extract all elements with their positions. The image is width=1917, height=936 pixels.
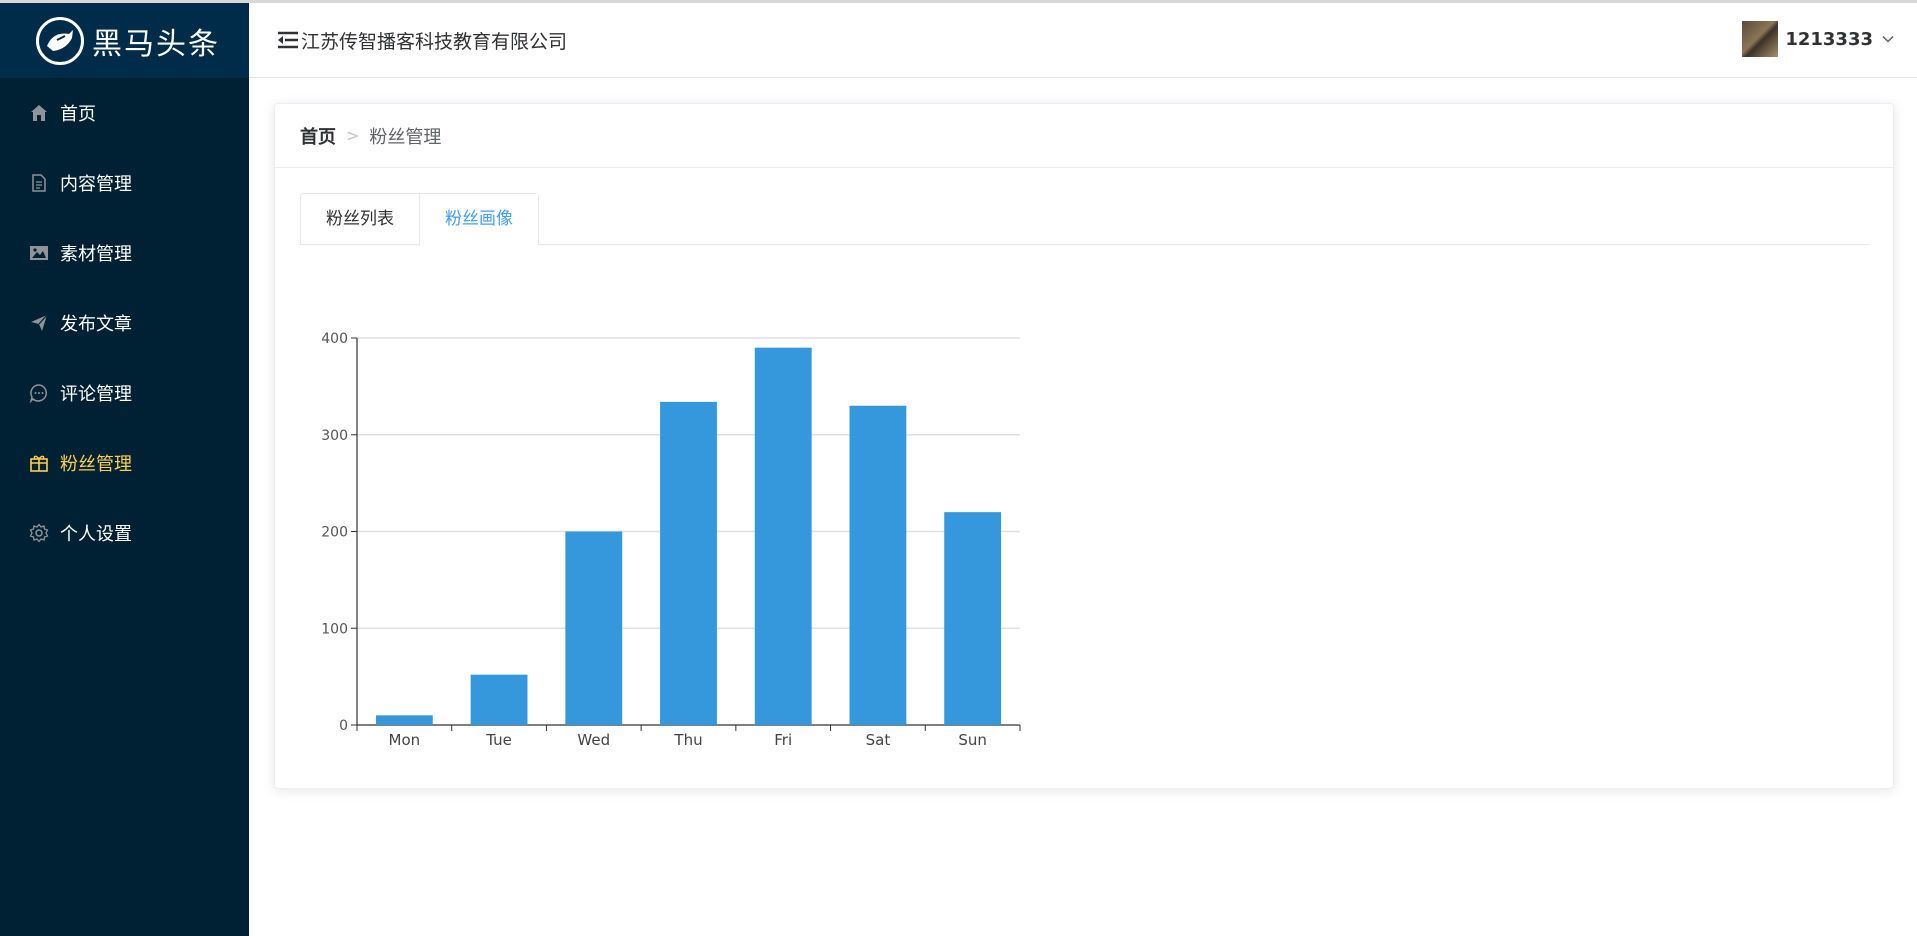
tab-list: 粉丝列表 粉丝画像: [300, 193, 539, 246]
x-tick-label: Mon: [389, 731, 421, 749]
bar-wed: [565, 531, 623, 725]
chevron-right-icon: >: [346, 126, 360, 145]
bar-mon: [375, 715, 433, 725]
sidebar-menu: 首页 内容管理 素材管理 发布文章 评论管理 粉丝管理 个人设置: [0, 78, 249, 568]
sidebar-item-label: 首页: [60, 104, 96, 125]
breadcrumb-home[interactable]: 首页: [300, 123, 336, 149]
x-tick-label: Wed: [577, 731, 610, 749]
sidebar: 黑马头条 首页 内容管理 素材管理 发布文章 评论管理 粉丝管理 个人设置: [0, 3, 249, 936]
sidebar-item-label: 素材管理: [60, 244, 132, 265]
sidebar-item-publish[interactable]: 发布文章: [0, 288, 249, 358]
user-name[interactable]: 1213333: [1785, 29, 1873, 50]
send-icon: [29, 313, 49, 333]
y-tick-label: 200: [321, 525, 348, 541]
sidebar-item-content[interactable]: 内容管理: [0, 148, 249, 218]
y-tick-label: 100: [321, 621, 348, 637]
y-tick-label: 300: [321, 428, 348, 444]
company-name: 江苏传智播客科技教育有限公司: [301, 30, 568, 53]
tab-fans-list[interactable]: 粉丝列表: [301, 194, 419, 245]
breadcrumb-current: 粉丝管理: [369, 126, 442, 148]
sidebar-item-comment[interactable]: 评论管理: [0, 358, 249, 428]
top-header: 江苏传智播客科技教育有限公司 1213333: [249, 3, 1917, 78]
bar-sun: [944, 512, 1002, 725]
home-icon: [29, 103, 49, 123]
sidebar-item-label: 粉丝管理: [60, 454, 132, 475]
picture-icon: [29, 243, 49, 263]
sidebar-item-label: 个人设置: [60, 524, 132, 545]
sidebar-item-label: 内容管理: [60, 174, 132, 195]
x-tick-label: Fri: [774, 731, 792, 749]
sidebar-item-home[interactable]: 首页: [0, 78, 249, 148]
bar-thu: [660, 401, 717, 725]
bar-tue: [470, 674, 528, 725]
logo-text: 黑马头条: [92, 26, 220, 62]
logo: 黑马头条: [0, 3, 249, 78]
present-icon: [29, 453, 49, 473]
fans-bar-chart: 0 100 200 300 400 Mon Tue Wed Thu Fri Sat Sun: [321, 331, 1021, 749]
bar-sat: [849, 405, 907, 725]
sidebar-item-fans[interactable]: 粉丝管理: [0, 428, 249, 498]
x-tick-label: Thu: [673, 731, 702, 749]
avatar[interactable]: [1742, 21, 1779, 57]
sidebar-item-label: 评论管理: [60, 384, 132, 405]
y-tick-label: 400: [321, 331, 348, 347]
chat-icon: [29, 383, 49, 403]
x-tick-label: Sat: [866, 731, 891, 749]
tabs: 粉丝列表 粉丝画像: [300, 193, 1869, 246]
sidebar-item-label: 发布文章: [60, 314, 132, 335]
logo-horse-icon: [36, 16, 84, 65]
y-tick-label: 0: [339, 718, 348, 734]
chevron-down-icon[interactable]: [1881, 32, 1895, 46]
document-icon: [29, 173, 49, 193]
tab-fans-portrait[interactable]: 粉丝画像: [419, 194, 538, 246]
user-dropdown[interactable]: 1213333: [1742, 21, 1895, 57]
sidebar-item-settings[interactable]: 个人设置: [0, 498, 249, 568]
sidebar-item-material[interactable]: 素材管理: [0, 218, 249, 288]
setting-icon: [29, 523, 49, 543]
breadcrumb: 首页 > 粉丝管理: [275, 104, 1893, 168]
fold-menu-icon[interactable]: [277, 31, 299, 49]
x-tick-label: Tue: [485, 731, 512, 749]
bar-fri: [754, 347, 812, 725]
x-tick-label: Sun: [958, 731, 987, 749]
